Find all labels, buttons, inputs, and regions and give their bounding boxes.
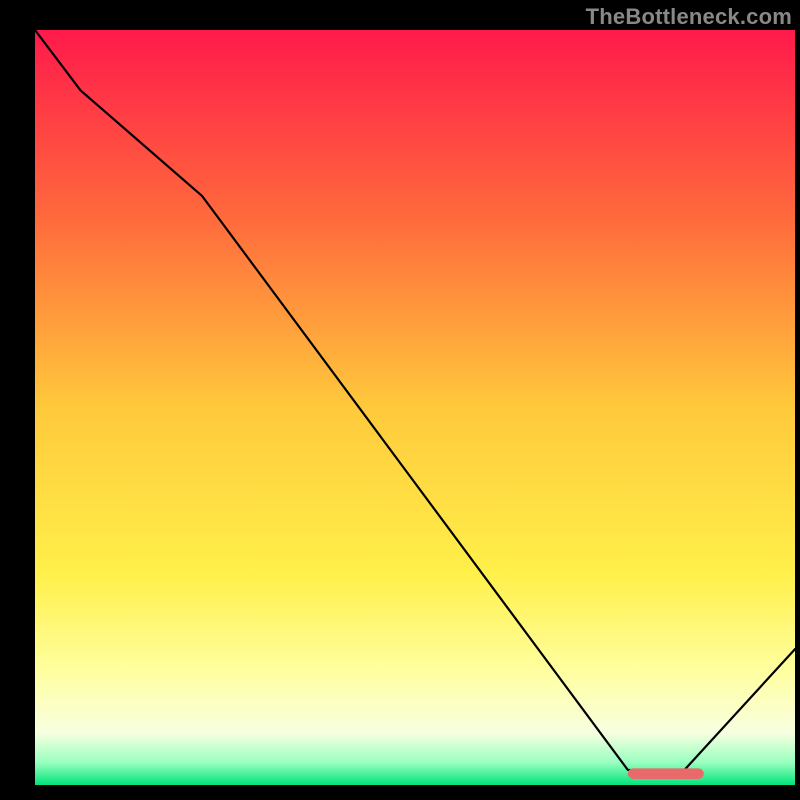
- chart-svg: [35, 30, 795, 785]
- watermark-text: TheBottleneck.com: [586, 4, 792, 30]
- optimal-range-marker: [628, 768, 704, 779]
- gradient-rect: [35, 30, 795, 785]
- plot-area: [35, 30, 795, 785]
- chart-frame: TheBottleneck.com: [0, 0, 800, 800]
